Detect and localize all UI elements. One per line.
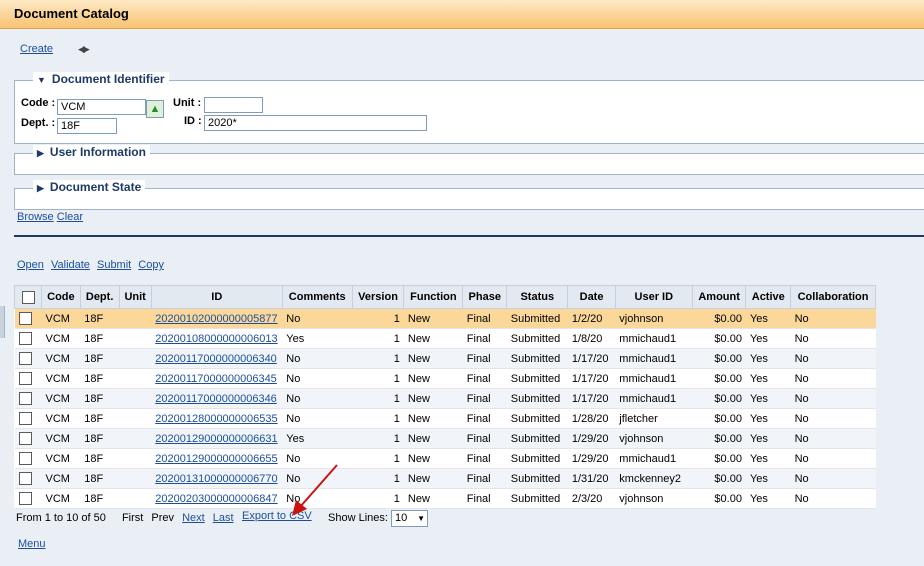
annotation-arrow-line <box>299 464 338 508</box>
menu-link[interactable]: Menu <box>18 538 46 550</box>
annotation-overlay <box>292 464 338 516</box>
